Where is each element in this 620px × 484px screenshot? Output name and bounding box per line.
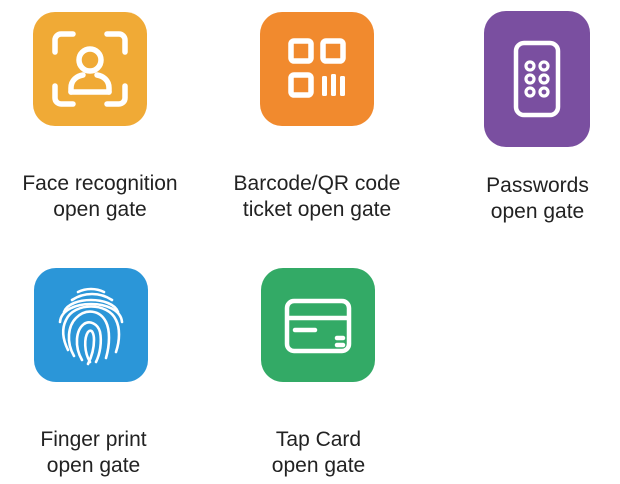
caption-line-2: open gate bbox=[271, 454, 366, 477]
caption-line-1: Tap Card bbox=[275, 428, 362, 451]
passwords-tile[interactable] bbox=[484, 11, 590, 147]
barcode-qr-caption: Barcode/QR code ticket open gate bbox=[217, 171, 417, 223]
face-frame-icon bbox=[52, 31, 128, 107]
card-icon bbox=[284, 298, 352, 354]
caption-line-1: Finger print bbox=[40, 428, 147, 451]
keypad-icon bbox=[513, 40, 561, 118]
caption-line-2: ticket open gate bbox=[242, 198, 392, 221]
caption-line-1: Passwords bbox=[486, 174, 589, 197]
caption-line-2: open gate bbox=[46, 454, 141, 477]
fingerprint-icon bbox=[58, 287, 124, 366]
tap-card-caption: Tap Card open gate bbox=[246, 427, 391, 479]
fingerprint-caption: Finger print open gate bbox=[21, 427, 166, 479]
face-recognition-caption: Face recognition open gate bbox=[0, 171, 200, 223]
caption-line-2: open gate bbox=[53, 198, 147, 221]
caption-line-1: Face recognition bbox=[22, 172, 178, 195]
face-recognition-tile[interactable] bbox=[33, 12, 147, 126]
barcode-qr-tile[interactable] bbox=[260, 12, 374, 126]
fingerprint-tile[interactable] bbox=[34, 268, 148, 382]
qr-code-icon bbox=[288, 38, 346, 98]
caption-line-2: open gate bbox=[490, 200, 585, 223]
passwords-caption: Passwords open gate bbox=[465, 173, 610, 225]
tap-card-tile[interactable] bbox=[261, 268, 375, 382]
caption-line-1: Barcode/QR code bbox=[233, 172, 401, 195]
